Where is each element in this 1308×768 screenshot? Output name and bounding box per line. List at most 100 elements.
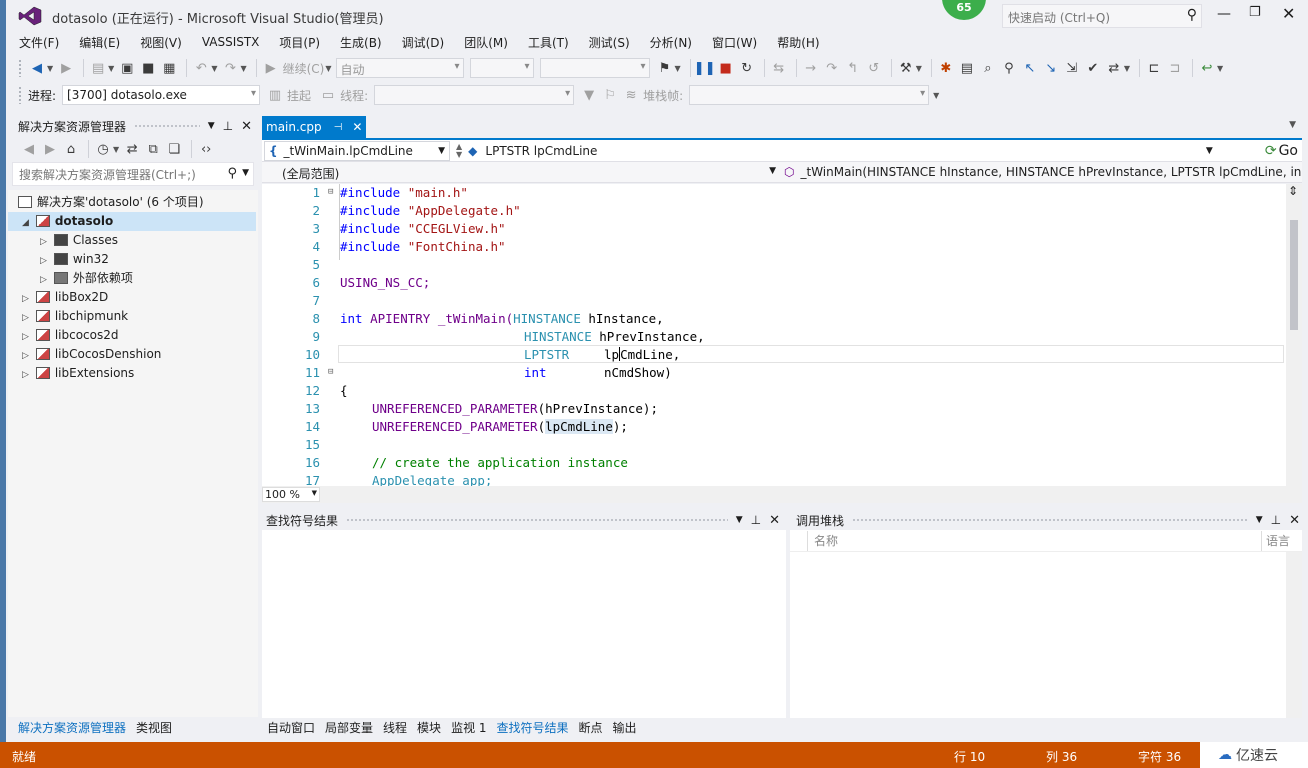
find-symbol-icon[interactable]: ⌕ xyxy=(979,59,997,77)
tree-item-classes[interactable]: ▷ Classes xyxy=(40,231,118,250)
panel-menu-icon[interactable]: ▼ xyxy=(736,515,743,525)
tab-solution-explorer[interactable]: 解决方案资源管理器 xyxy=(18,719,126,736)
back-icon[interactable]: ◀ xyxy=(28,59,46,77)
tab-watch1[interactable]: 监视 1 xyxy=(451,719,486,736)
goto-icon[interactable]: ⇲ xyxy=(1063,59,1081,77)
spin-icon[interactable]: ▲ ▼ xyxy=(456,142,462,159)
history-icon[interactable]: ◷ xyxy=(94,140,112,158)
new-project-icon[interactable]: ▤ xyxy=(89,59,107,77)
nav-definition-select[interactable]: ◆ LPTSTR lpCmdLine ▼ xyxy=(468,141,1261,161)
pin-icon[interactable]: ⊥ xyxy=(1271,513,1281,527)
hex-icon[interactable]: ⚒ xyxy=(897,59,915,77)
process-select[interactable]: [3700] dotasolo.exe xyxy=(62,85,261,105)
menu-file[interactable]: 文件(F) xyxy=(19,34,59,51)
step-over-icon[interactable]: ↷ xyxy=(823,59,841,77)
flag-all-icon[interactable]: ≋ xyxy=(622,86,640,104)
member-select[interactable]: ⬡ _tWinMain(HINSTANCE hInstance, HINSTANC… xyxy=(780,163,1302,182)
save-icon[interactable]: ■ xyxy=(139,59,157,77)
menu-tools[interactable]: 工具(T) xyxy=(528,34,569,51)
spell-check-icon[interactable]: ✔ xyxy=(1084,59,1102,77)
menu-debug[interactable]: 调试(D) xyxy=(402,34,445,51)
tab-autos[interactable]: 自动窗口 xyxy=(267,719,315,736)
tree-item-win32[interactable]: ▷ win32 xyxy=(40,250,109,269)
panel-menu-icon[interactable]: ▼ xyxy=(1256,515,1263,525)
bookmark-icon[interactable]: ↩ xyxy=(1198,59,1216,77)
tab-overflow-icon[interactable]: ▼ xyxy=(1289,120,1296,130)
save-all-icon[interactable]: ▦ xyxy=(160,59,178,77)
startup-project-select[interactable] xyxy=(539,58,650,78)
suspend-button[interactable]: 挂起 xyxy=(287,87,311,104)
suspend-icon[interactable]: ▥ xyxy=(266,86,284,104)
pin-icon[interactable]: ⊥ xyxy=(223,119,233,133)
menu-vassistx[interactable]: VASSISTX xyxy=(202,35,260,49)
break-all-icon[interactable]: ❚❚ xyxy=(694,59,716,77)
scrollbar-thumb[interactable] xyxy=(1290,220,1298,330)
vertical-scrollbar[interactable]: ⇕ xyxy=(1286,184,1302,486)
platform-select[interactable] xyxy=(469,58,534,78)
vassistx-icon[interactable]: ✱ xyxy=(937,59,955,77)
nav-context-select[interactable]: { _tWinMain.lpCmdLine ▼ xyxy=(264,140,450,161)
tab-output[interactable]: 输出 xyxy=(613,719,637,736)
continue-button[interactable]: 继续(C) xyxy=(283,60,325,77)
sync-icon[interactable]: ⇄ xyxy=(123,140,141,158)
close-icon[interactable]: ✕ xyxy=(241,119,252,134)
show-all-files-icon[interactable]: ❏ xyxy=(165,140,183,158)
tab-find-symbol-results[interactable]: 查找符号结果 xyxy=(497,719,569,736)
view-code-icon[interactable]: ‹› xyxy=(197,140,215,158)
chevron-down-icon[interactable]: ▼ xyxy=(242,168,249,178)
restart-icon[interactable]: ↻ xyxy=(738,59,756,77)
attach-icon[interactable]: ⚑ xyxy=(656,59,674,77)
restore-button[interactable]: ❐ xyxy=(1249,5,1261,20)
solution-search-input[interactable]: 搜索解决方案资源管理器(Ctrl+;) ⚲ ▼ xyxy=(12,162,254,186)
thread-select[interactable] xyxy=(374,85,575,105)
tab-class-view[interactable]: 类视图 xyxy=(136,719,172,736)
tab-main-cpp[interactable]: main.cpp ⊣ ✕ xyxy=(262,116,366,138)
continue-icon[interactable]: ▶ xyxy=(262,59,280,77)
tree-item-libchipmunk[interactable]: ▷ libchipmunk xyxy=(22,307,128,326)
open-file-icon[interactable]: ▣ xyxy=(118,59,136,77)
undo-icon[interactable]: ↶ xyxy=(192,59,210,77)
close-icon[interactable]: ✕ xyxy=(769,513,780,528)
menu-analyze[interactable]: 分析(N) xyxy=(650,34,692,51)
close-tab-icon[interactable]: ✕ xyxy=(352,120,362,134)
tree-item-libbox2d[interactable]: ▷ libBox2D xyxy=(22,288,108,307)
zoom-select[interactable]: 100 % ▼ xyxy=(262,487,320,502)
menu-help[interactable]: 帮助(H) xyxy=(777,34,819,51)
solution-config-select[interactable]: 自动 xyxy=(335,58,464,78)
menu-test[interactable]: 测试(S) xyxy=(589,34,630,51)
thread-icon[interactable]: ▭ xyxy=(319,86,337,104)
tree-solution-root[interactable]: 解决方案'dotasolo' (6 个项目) xyxy=(18,193,204,212)
menu-build[interactable]: 生成(B) xyxy=(340,34,382,51)
filter-icon[interactable]: ▼ xyxy=(580,86,598,104)
tab-locals[interactable]: 局部变量 xyxy=(325,719,373,736)
menu-edit[interactable]: 编辑(E) xyxy=(79,34,120,51)
forward-icon[interactable]: ▶ xyxy=(41,140,59,158)
open-file-solution-icon[interactable]: ▤ xyxy=(958,59,976,77)
nav-back-icon[interactable]: ↖ xyxy=(1021,59,1039,77)
show-next-statement-icon[interactable]: ⇆ xyxy=(770,59,788,77)
tab-threads[interactable]: 线程 xyxy=(383,719,407,736)
collapse-region-icon[interactable]: ⊟ xyxy=(328,187,333,197)
stop-debugging-icon[interactable]: ■ xyxy=(717,59,735,77)
home-icon[interactable]: ⌂ xyxy=(62,140,80,158)
menu-view[interactable]: 视图(V) xyxy=(140,34,182,51)
step-into-icon[interactable]: → xyxy=(802,59,820,77)
menu-project[interactable]: 项目(P) xyxy=(279,34,320,51)
find-references-icon[interactable]: ⚲ xyxy=(1000,59,1018,77)
tab-breakpoints[interactable]: 断点 xyxy=(579,719,603,736)
split-icon[interactable]: ⇕ xyxy=(1288,184,1298,198)
step-back-icon[interactable]: ↺ xyxy=(865,59,883,77)
refactor-icon[interactable]: ⇄ xyxy=(1105,59,1123,77)
comment-icon[interactable]: ⊏ xyxy=(1145,59,1163,77)
tab-modules[interactable]: 模块 xyxy=(417,719,441,736)
tree-item-libextensions[interactable]: ▷ libExtensions xyxy=(22,364,134,383)
menu-team[interactable]: 团队(M) xyxy=(464,34,508,51)
back-icon[interactable]: ◀ xyxy=(20,140,38,158)
vertical-scrollbar[interactable] xyxy=(1286,552,1302,718)
collapse-all-icon[interactable]: ⧉ xyxy=(144,140,162,158)
collapse-region-icon[interactable]: ⊟ xyxy=(328,367,333,377)
column-language[interactable]: 语言 xyxy=(1262,532,1302,549)
close-window-button[interactable]: ✕ xyxy=(1282,4,1295,23)
tree-item-dotasolo[interactable]: ◢ dotasolo xyxy=(8,212,256,231)
notification-badge[interactable]: 65 xyxy=(942,0,986,20)
